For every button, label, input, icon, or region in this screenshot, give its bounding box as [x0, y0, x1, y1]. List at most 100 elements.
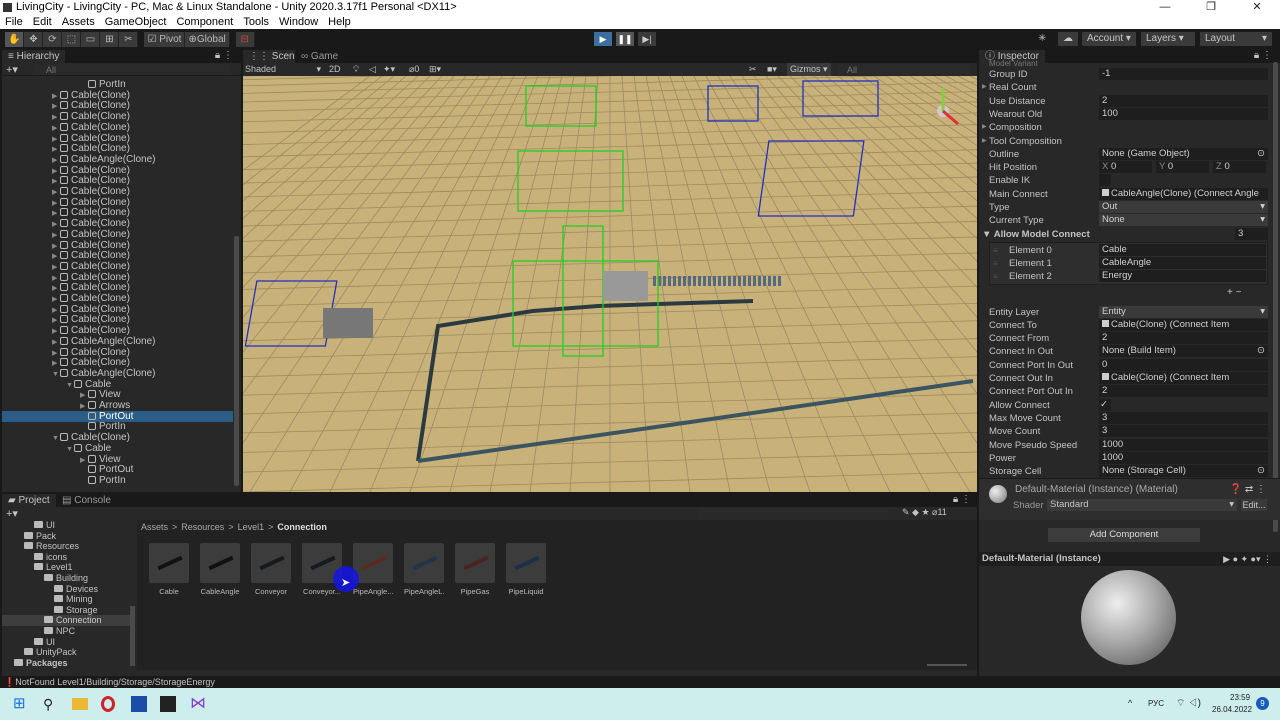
field-label[interactable]: Composition — [989, 121, 1042, 134]
app-icon[interactable] — [131, 696, 147, 712]
foldout-arrow-icon[interactable]: ▶ — [982, 81, 987, 94]
project-folder-item[interactable]: Storage — [2, 605, 132, 616]
hierarchy-row[interactable]: ▶ CableAngle(Clone) — [2, 336, 233, 347]
thumbnail-size-slider[interactable] — [927, 664, 967, 666]
drag-handle-icon[interactable]: ≡ — [993, 244, 998, 257]
lighting-icon[interactable]: 💡︎ — [353, 63, 359, 76]
menu-file[interactable]: File — [5, 15, 23, 29]
field-label[interactable]: Tool Composition — [989, 135, 1062, 148]
global-toggle[interactable]: ⊕Global — [185, 31, 230, 47]
project-folder-item[interactable]: Level1 — [2, 562, 132, 573]
tab-game[interactable]: ∞ Game — [295, 50, 345, 63]
element-value-field[interactable]: Cable — [1099, 243, 1266, 256]
field-value[interactable]: CableAngle(Clone) (Connect Angle Iter⊙ — [1099, 187, 1268, 211]
rect-tool-icon[interactable]: ▭ — [81, 31, 101, 47]
foldout-arrow-icon[interactable]: ▶ — [982, 121, 987, 134]
asset-item[interactable]: PipeAngleL... — [404, 543, 444, 596]
hierarchy-row[interactable]: ▶ Cable(Clone) — [2, 293, 233, 304]
pivot-toggle[interactable]: ☑ Pivot — [144, 31, 186, 47]
menu-tools[interactable]: Tools — [243, 15, 269, 29]
hierarchy-row[interactable]: ▼ Cable — [2, 443, 233, 454]
add-component-button[interactable]: Add Component — [1048, 528, 1200, 542]
scene-viewport[interactable] — [243, 76, 977, 492]
grid-icon[interactable]: ⊞▾ — [429, 63, 441, 76]
hierarchy-row[interactable]: ▶ Cable(Clone) — [2, 282, 233, 293]
inspector-lock-icon[interactable]: 🔒︎ ⋮ — [1254, 50, 1272, 61]
project-folder-item[interactable]: Mining — [2, 594, 132, 605]
project-folder-item[interactable]: Devices — [2, 584, 132, 595]
asset-item[interactable]: Conveyor — [251, 543, 291, 596]
field-value[interactable]: 3 — [1099, 411, 1268, 424]
status-message[interactable]: NotFound Level1/Building/Storage/Storage… — [15, 677, 215, 687]
notification-badge[interactable]: 9 — [1256, 697, 1269, 710]
project-folder-item[interactable]: NPC — [2, 626, 132, 637]
hierarchy-row[interactable]: ▶ Cable(Clone) — [2, 100, 233, 111]
hierarchy-row[interactable]: ▶ Cable(Clone) — [2, 207, 233, 218]
project-folder-item[interactable]: UnityPack — [2, 647, 132, 658]
hierarchy-row[interactable]: ▶ Cable(Clone) — [2, 186, 233, 197]
project-folder-item[interactable]: Packages — [2, 658, 132, 669]
clock-date[interactable]: 26.04.2022 — [1212, 705, 1252, 714]
hierarchy-row[interactable]: ▼ Cable — [2, 379, 233, 390]
hierarchy-row[interactable]: ▶ Arrows — [2, 400, 233, 411]
project-create-button[interactable]: +▾ — [6, 507, 18, 520]
move-tool-icon[interactable]: ✥ — [24, 31, 44, 47]
field-value[interactable]: 1000 — [1099, 438, 1268, 451]
hierarchy-row[interactable]: ▶ Cable(Clone) — [2, 90, 233, 101]
object-picker-icon[interactable]: ⊙ — [1257, 148, 1265, 160]
snap-icon[interactable]: ⊟ — [235, 31, 255, 47]
hierarchy-row[interactable]: ▶ Cable(Clone) — [2, 122, 233, 133]
breadcrumb-item[interactable]: Resources — [181, 522, 224, 532]
hierarchy-row[interactable]: ▶ Cable(Clone) — [2, 165, 233, 176]
gizmos-dropdown[interactable]: Gizmos ▾ — [787, 63, 831, 76]
field-checkbox[interactable] — [1099, 174, 1111, 187]
unity-taskbar-icon[interactable] — [160, 696, 176, 712]
hierarchy-row[interactable]: ▶ Cable(Clone) — [2, 197, 233, 208]
field-value[interactable]: Out ▾ — [1099, 201, 1268, 213]
menu-window[interactable]: Window — [279, 15, 318, 29]
tab-console[interactable]: ▤ Console — [56, 494, 117, 507]
list-add-remove-buttons[interactable]: + − — [1227, 286, 1241, 299]
project-folder-item[interactable]: Resources — [2, 541, 132, 552]
hit-position-y-field[interactable]: Y 0 — [1156, 161, 1209, 174]
field-value[interactable]: None (Build Item) ⊙ — [1099, 345, 1268, 358]
field-value[interactable]: 100 — [1099, 107, 1268, 120]
hidden-objects-toggle[interactable]: ⌀0 — [409, 63, 419, 76]
hierarchy-row[interactable]: ▶ Cable(Clone) — [2, 143, 233, 154]
hierarchy-row[interactable]: ▶ Cable(Clone) — [2, 175, 233, 186]
search-icon[interactable]: ⚲ — [43, 696, 59, 712]
visual-studio-icon[interactable]: ⋈ — [190, 696, 206, 712]
element-value-field[interactable]: Energy — [1099, 270, 1266, 283]
project-search-input[interactable] — [698, 508, 888, 519]
effects-icon[interactable]: ✦▾ — [383, 63, 395, 76]
transform-tool-icon[interactable]: ⊞ — [100, 31, 120, 47]
hierarchy-scrollbar[interactable] — [234, 236, 239, 486]
hierarchy-row[interactable]: PortOut — [2, 410, 233, 422]
field-value[interactable]: Cable(Clone) (Connect Item Cylinder)⊙ — [1099, 318, 1268, 342]
tab-project[interactable]: ▰ Project — [2, 494, 56, 507]
field-label[interactable]: Real Count — [989, 81, 1037, 94]
breadcrumb-item[interactable]: Assets — [141, 522, 168, 532]
hierarchy-row[interactable]: ▶ Cable(Clone) — [2, 357, 233, 368]
account-dropdown[interactable]: Account ▾ — [1082, 32, 1136, 46]
tools-icon[interactable]: ✂ — [749, 63, 757, 76]
scene-search-input[interactable] — [837, 64, 971, 75]
foldout-arrow-icon[interactable]: ▶ — [982, 135, 987, 148]
hierarchy-row[interactable]: ▼ CableAngle(Clone) — [2, 368, 233, 379]
project-folder-item[interactable]: Pack — [2, 531, 132, 542]
hierarchy-row[interactable]: ▶ CableAngle(Clone) — [2, 154, 233, 165]
field-value[interactable]: -1 — [1099, 68, 1268, 80]
opera-icon[interactable] — [101, 696, 115, 712]
field-value[interactable]: 2 — [1099, 332, 1268, 345]
hierarchy-row[interactable]: ▶ Cable(Clone) — [2, 325, 233, 336]
tray-chevron-icon[interactable]: ^ — [1128, 698, 1132, 708]
field-value[interactable]: 1000 — [1099, 451, 1268, 464]
breadcrumb-item[interactable]: Level1 — [238, 522, 265, 532]
asset-item[interactable]: PipeGas — [455, 543, 495, 596]
file-explorer-icon[interactable] — [72, 698, 88, 710]
hierarchy-row[interactable]: PortIn — [2, 79, 233, 90]
project-folder-item[interactable]: UI — [2, 520, 132, 531]
hierarchy-row[interactable]: ▶ Cable(Clone) — [2, 261, 233, 272]
hierarchy-row[interactable]: ▶ Cable(Clone) — [2, 229, 233, 240]
hit-position-x-field[interactable]: X 0 — [1099, 161, 1152, 174]
